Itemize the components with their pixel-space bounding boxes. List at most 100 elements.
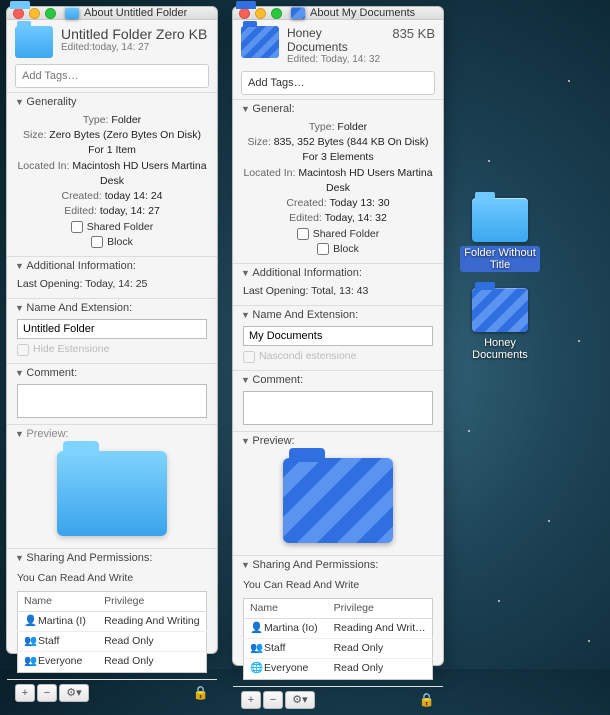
lock-icon[interactable]: 🔒 [193, 685, 209, 701]
col-name: Name [18, 591, 99, 611]
row-name: Staff [264, 642, 285, 654]
folder-icon [241, 26, 279, 58]
lock-icon[interactable]: 🔒 [419, 692, 435, 708]
window-footer: + − ⚙▾ 🔒 [233, 686, 443, 715]
size-value: Zero Bytes (Zero Bytes On Disk) For 1 It… [49, 129, 201, 156]
folder-icon [472, 198, 528, 242]
last-open-label: Last Opening: [243, 285, 308, 297]
add-button[interactable]: + [241, 691, 261, 709]
edited-value: today, 14: 27 [100, 205, 160, 217]
block-label: Block [107, 235, 133, 250]
minimize-icon[interactable] [255, 8, 266, 19]
block-label: Block [333, 242, 359, 257]
section-preview[interactable]: Preview: [7, 425, 217, 443]
zoom-icon[interactable] [45, 8, 56, 19]
created-label: Created: [286, 197, 326, 209]
info-window-my-documents: About My Documents Honey Documents Edite… [232, 6, 444, 666]
close-icon[interactable] [13, 8, 24, 19]
close-icon[interactable] [239, 8, 250, 19]
section-name-ext[interactable]: Name And Extension: [233, 306, 443, 324]
section-comment[interactable]: Comment: [233, 371, 443, 389]
action-menu[interactable]: ⚙▾ [59, 684, 89, 702]
created-value: today 14: 24 [105, 190, 163, 202]
remove-button[interactable]: − [37, 684, 57, 702]
section-additional[interactable]: Additional Information: [233, 264, 443, 282]
tags-field[interactable] [241, 71, 435, 95]
table-row[interactable]: 👤Martina (Io)Reading And Writing [244, 618, 433, 638]
section-preview[interactable]: Preview: [233, 432, 443, 450]
edited-label: Edited: [64, 205, 97, 217]
location-label: Located In: [17, 160, 69, 172]
type-label: Type: [83, 114, 109, 126]
hide-ext-label: Hide Estensione [33, 342, 109, 357]
row-priv[interactable]: Read Only [98, 632, 206, 652]
table-row[interactable]: 👤Martina (I)Reading And Writing [18, 611, 207, 631]
type-label: Type: [309, 121, 335, 133]
header-title: Untitled Folder Zero KB [61, 26, 209, 42]
col-priv: Privilege [328, 598, 433, 618]
tags-input[interactable] [15, 64, 209, 88]
info-header: Untitled Folder Zero KB Edited:today, 14… [7, 20, 217, 64]
permissions-table: NamePrivilege 👤Martina (I)Reading And Wr… [17, 591, 207, 673]
group-icon: 👥 [24, 634, 36, 649]
section-sharing[interactable]: Sharing And Permissions: [233, 556, 443, 574]
section-general[interactable]: General: [233, 100, 443, 118]
created-label: Created: [62, 190, 102, 202]
shared-checkbox[interactable] [297, 228, 309, 240]
zoom-icon[interactable] [271, 8, 282, 19]
info-header: Honey Documents Edited: Today, 14: 32 83… [233, 20, 443, 71]
row-priv[interactable]: Read Only [328, 639, 433, 659]
type-value: Folder [337, 121, 367, 133]
shared-label: Shared Folder [87, 220, 154, 235]
minimize-icon[interactable] [29, 8, 40, 19]
name-input[interactable] [17, 319, 207, 339]
row-name: Everyone [264, 662, 308, 674]
shared-checkbox[interactable] [71, 221, 83, 233]
comment-input[interactable] [17, 384, 207, 418]
tags-input[interactable] [241, 71, 435, 95]
folder-icon [15, 26, 53, 58]
size-value: 835, 352 Bytes (844 KB On Disk) For 3 El… [274, 136, 429, 163]
sharing-note: You Can Read And Write [17, 569, 207, 590]
desktop-item-label: Folder Without Title [460, 246, 540, 272]
row-name: Martina (I) [38, 615, 86, 627]
header-subtitle: Edited: Today, 14: 32 [287, 54, 384, 65]
section-comment[interactable]: Comment: [7, 364, 217, 382]
titlebar[interactable]: About My Documents [233, 7, 443, 20]
section-sharing[interactable]: Sharing And Permissions: [7, 549, 217, 567]
edited-label: Edited: [289, 212, 322, 224]
last-open-label: Last Opening: [17, 278, 82, 290]
section-general[interactable]: Generality [7, 93, 217, 111]
size-label: Size: [23, 129, 46, 141]
row-priv[interactable]: Reading And Writing [328, 618, 433, 638]
table-row[interactable]: 👥StaffRead Only [18, 632, 207, 652]
preview-folder-icon [283, 458, 393, 543]
header-title: Honey Documents [287, 26, 384, 54]
titlebar[interactable]: About Untitled Folder [7, 7, 217, 20]
section-additional[interactable]: Additional Information: [7, 257, 217, 275]
group-icon: 👥 [24, 654, 36, 669]
block-checkbox[interactable] [317, 243, 329, 255]
edited-value: Today, 14: 32 [325, 212, 387, 224]
header-size: 835 KB [392, 26, 435, 41]
tags-field[interactable] [15, 64, 209, 88]
sharing-note: You Can Read And Write [243, 576, 433, 597]
col-name: Name [244, 598, 328, 618]
action-menu[interactable]: ⚙▾ [285, 691, 315, 709]
created-value: Today 13: 30 [329, 197, 389, 209]
window-footer: + − ⚙▾ 🔒 [7, 679, 217, 708]
col-priv: Privilege [98, 591, 206, 611]
block-checkbox[interactable] [91, 236, 103, 248]
row-name: Everyone [38, 655, 82, 667]
name-input[interactable] [243, 326, 433, 346]
row-priv[interactable]: Reading And Writing [98, 611, 206, 631]
desktop-folder-honey-documents[interactable]: Honey Documents [460, 288, 540, 362]
table-row[interactable]: 👥StaffRead Only [244, 639, 433, 659]
comment-input[interactable] [243, 391, 433, 425]
add-button[interactable]: + [15, 684, 35, 702]
remove-button[interactable]: − [263, 691, 283, 709]
location-value: Macintosh HD Users Martina Desk [72, 160, 206, 187]
type-value: Folder [111, 114, 141, 126]
desktop-item-label: Honey Documents [460, 336, 540, 362]
desktop-folder-no-title[interactable]: Folder Without Title [460, 198, 540, 272]
